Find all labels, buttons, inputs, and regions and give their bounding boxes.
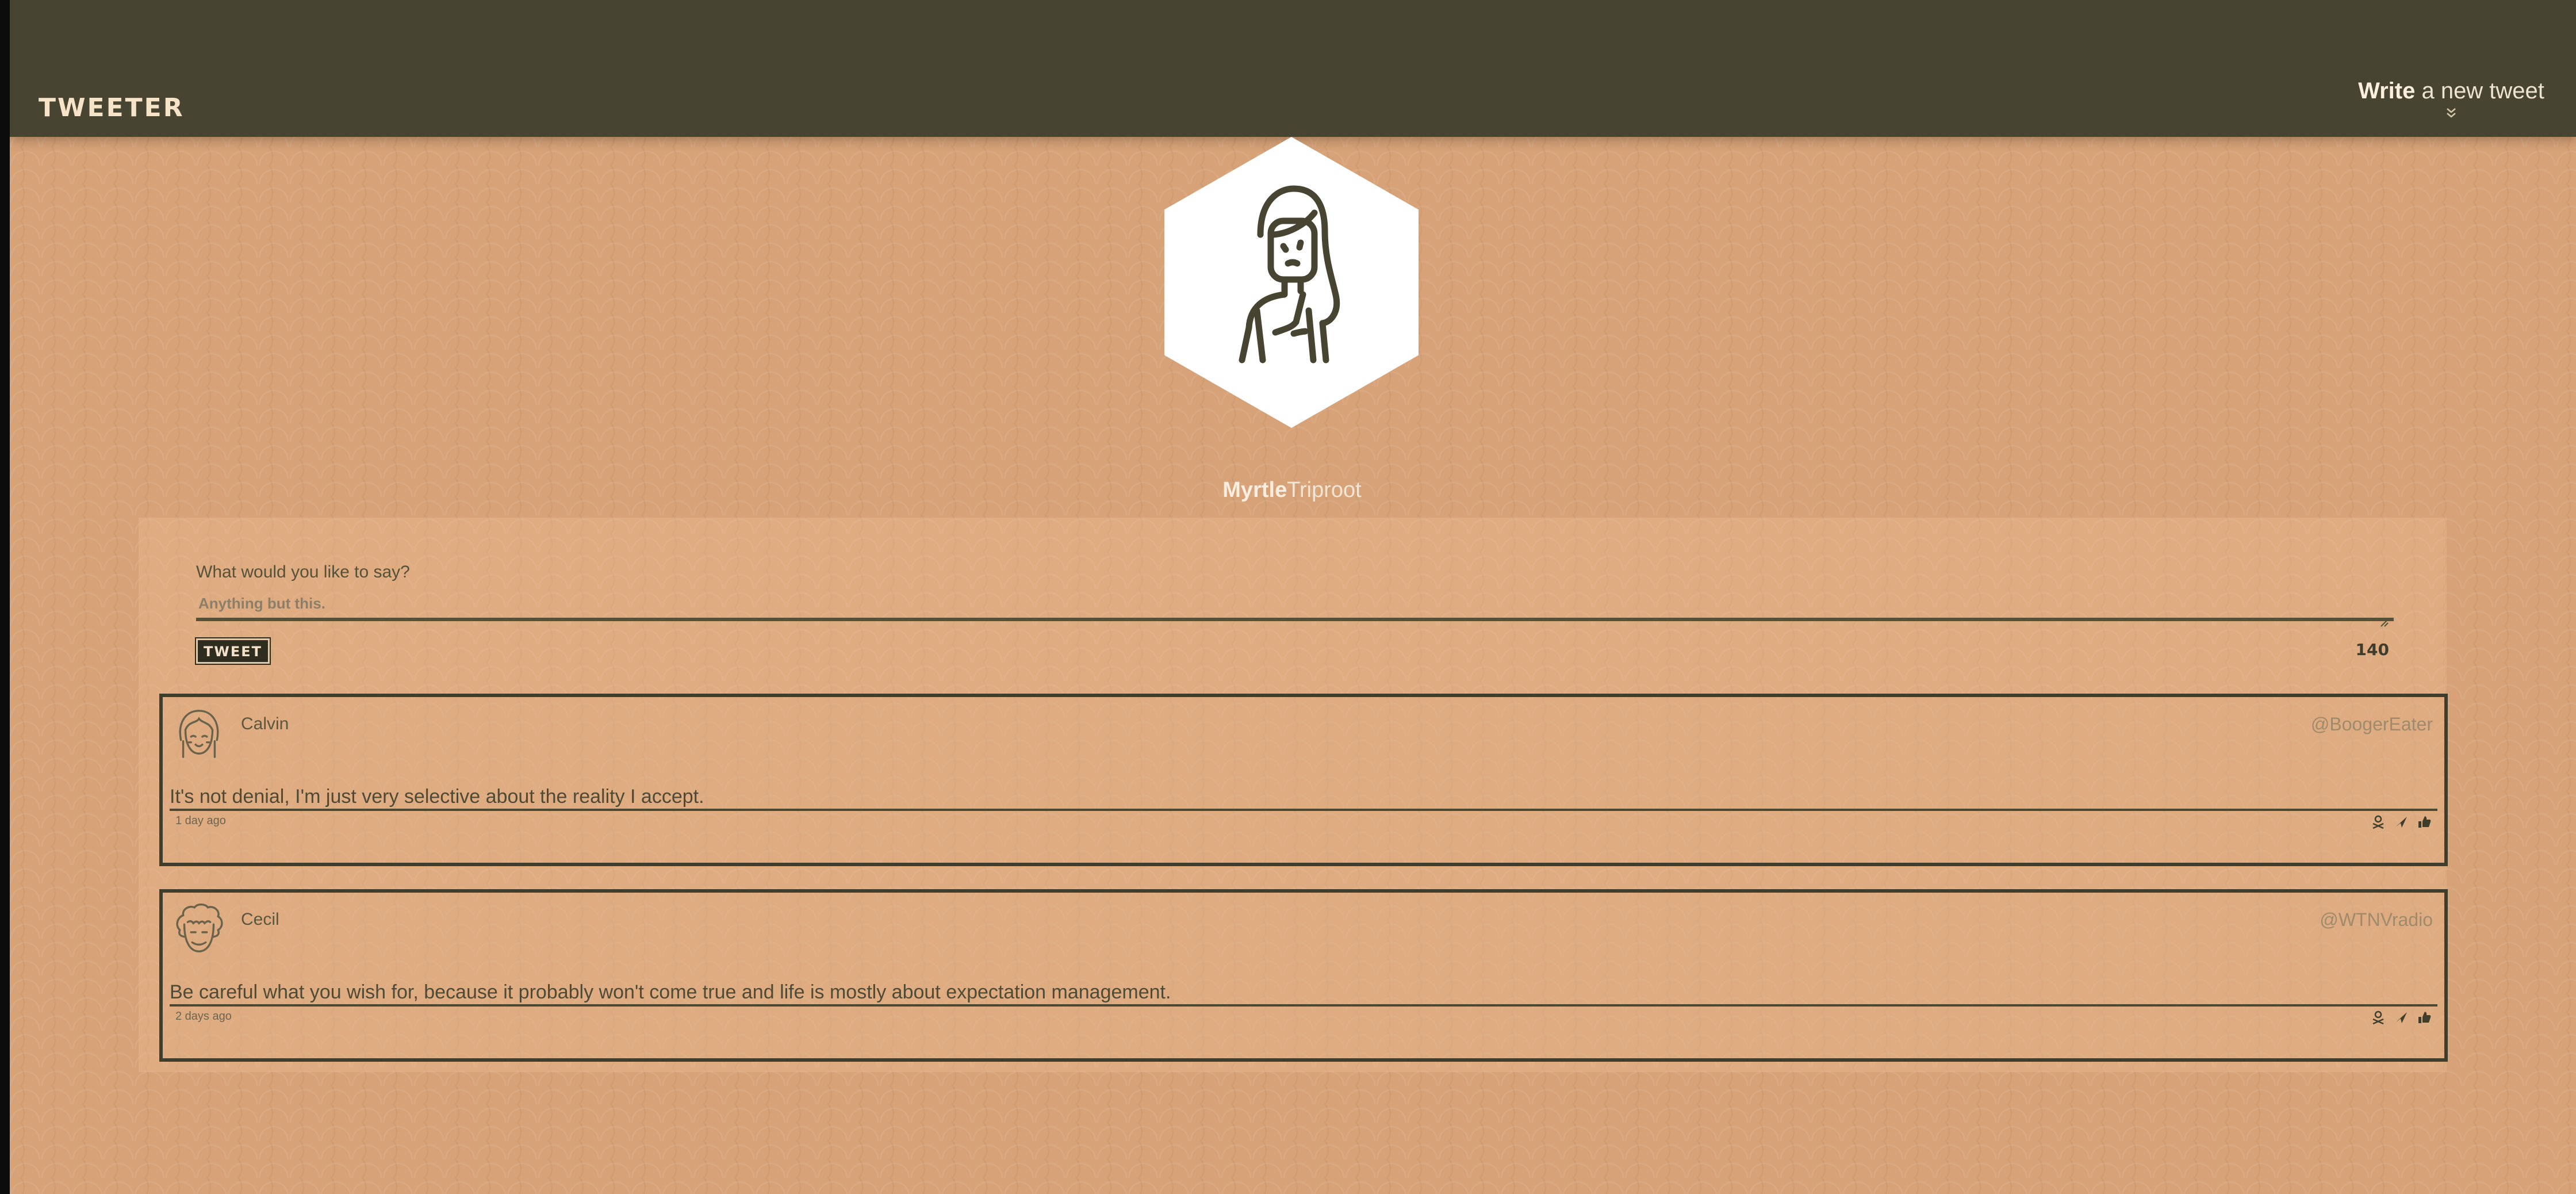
like-icon[interactable] xyxy=(2417,1010,2432,1025)
curly-man-avatar-icon xyxy=(176,903,223,952)
top-nav: TWEETER Write a new tweet xyxy=(10,0,2576,137)
tweet-actions xyxy=(2371,814,2432,829)
write-new-tweet-label: Write a new tweet xyxy=(2358,78,2544,104)
tweet-handle[interactable]: @BoogerEater xyxy=(2311,710,2433,738)
tweet-actions xyxy=(2371,1010,2432,1025)
flag-icon[interactable] xyxy=(2371,1010,2386,1025)
tweet-card: Calvin @BoogerEater It's not denial, I'm… xyxy=(159,694,2448,866)
tweet-handle[interactable]: @WTNVradio xyxy=(2320,905,2433,934)
retweet-icon[interactable] xyxy=(2394,1010,2409,1025)
tweet-text-input[interactable] xyxy=(196,589,2394,621)
double-chevron-down-icon xyxy=(2447,108,2456,118)
girl-avatar-icon xyxy=(179,710,219,758)
tweet-card: Cecil @WTNVradio Be careful what you wis… xyxy=(159,889,2448,1062)
page: TWEETER Write a new tweet MyrtleTriproot… xyxy=(10,0,2576,1194)
write-new-tweet-toggle[interactable]: Write a new tweet xyxy=(2353,74,2549,122)
tweet-timestamp: 2 days ago xyxy=(175,1010,232,1023)
flag-icon[interactable] xyxy=(2371,814,2386,829)
brand-logo[interactable]: TWEETER xyxy=(39,91,185,125)
tweet-timestamp: 1 day ago xyxy=(175,814,226,827)
woman-avatar-icon xyxy=(1239,185,1340,363)
profile-first-name: Myrtle xyxy=(1222,478,1287,502)
character-counter: 140 xyxy=(2355,640,2389,659)
profile-last-name: Triproot xyxy=(1287,478,1362,502)
tweet-author: Calvin xyxy=(241,714,289,733)
tweet-content: Be careful what you wish for, because it… xyxy=(170,981,1171,1003)
compose-label: What would you like to say? xyxy=(196,562,410,581)
tweet-divider xyxy=(170,809,2437,811)
profile-name: MyrtleTriproot xyxy=(1160,473,1424,507)
profile-avatar xyxy=(1164,137,1419,428)
main-panel: What would you like to say? TWEET 140 Ca… xyxy=(139,518,2448,1072)
tweet-author: Cecil xyxy=(241,910,279,929)
tweet-submit-button[interactable]: TWEET xyxy=(195,637,271,665)
resize-grip-icon[interactable] xyxy=(2380,618,2389,627)
retweet-icon[interactable] xyxy=(2394,814,2409,829)
tweet-divider xyxy=(170,1004,2437,1007)
tweet-content: It's not denial, I'm just very selective… xyxy=(170,786,704,808)
like-icon[interactable] xyxy=(2417,814,2432,829)
